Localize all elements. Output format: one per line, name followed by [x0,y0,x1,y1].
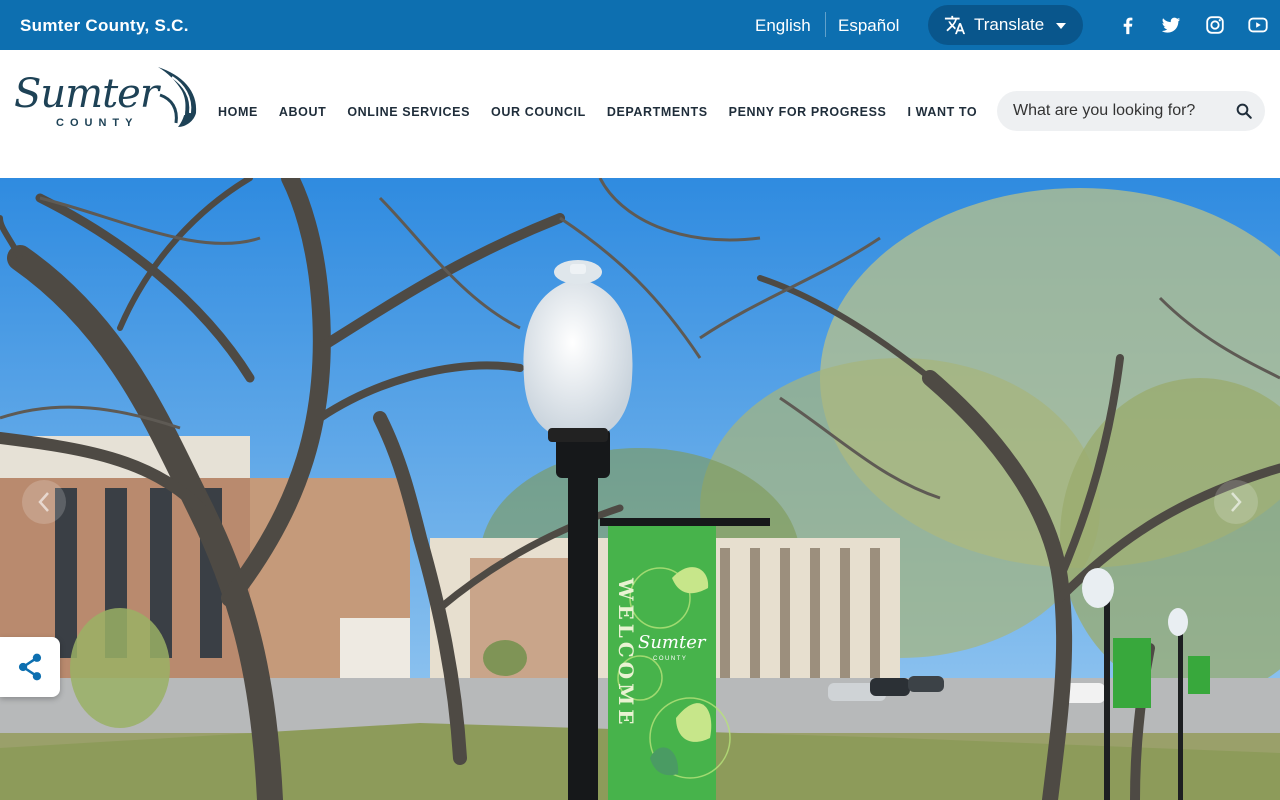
next-slide-button[interactable] [1214,480,1258,524]
language-english-link[interactable]: English [755,16,811,36]
hero-slideshow: WELCOME Sumter COUNTY [0,178,1280,800]
logo-wordmark: Sumter [14,71,159,117]
site-name: Sumter County, S.C. [20,16,189,35]
search-input[interactable] [1013,91,1223,131]
share-icon [18,653,42,681]
twitter-icon[interactable] [1160,14,1182,36]
logo-subtext: COUNTY [56,117,139,129]
translate-button[interactable]: Translate [928,5,1083,45]
nav-departments[interactable]: DEPARTMENTS [607,105,708,119]
nav-penny-for-progress[interactable]: PENNY FOR PROGRESS [729,105,887,119]
nav-online-services[interactable]: ONLINE SERVICES [347,105,470,119]
language-divider [825,12,826,37]
nav-our-council[interactable]: OUR COUNCIL [491,105,586,119]
previous-slide-button[interactable] [22,480,66,524]
logo-wing-icon [158,67,197,127]
top-utility-bar: Sumter County, S.C. English Español Tran… [0,0,1280,50]
main-navigation: HOME ABOUT ONLINE SERVICES OUR COUNCIL D… [218,105,998,119]
translate-icon [944,15,966,35]
search-icon[interactable] [1235,102,1253,120]
search-box [997,91,1265,131]
chevron-left-icon [38,492,49,512]
nav-about[interactable]: ABOUT [279,105,326,119]
youtube-icon[interactable] [1247,14,1269,36]
banner-welcome-text: WELCOME [614,577,638,729]
hero-image: WELCOME Sumter COUNTY [0,178,1280,800]
chevron-right-icon [1231,492,1242,512]
instagram-icon[interactable] [1204,14,1226,36]
banner-logo-text: Sumter [638,632,707,653]
site-header: Sumter COUNTY HOME ABOUT ONLINE SERVICES… [0,50,1280,178]
chevron-down-icon [1056,23,1067,29]
share-button[interactable] [0,637,60,697]
nav-home[interactable]: HOME [218,105,258,119]
banner-logo-subtext: COUNTY [653,656,687,662]
nav-i-want-to[interactable]: I WANT TO [908,105,978,119]
facebook-icon[interactable] [1117,14,1139,36]
language-spanish-link[interactable]: Español [838,16,899,36]
sumter-county-logo[interactable]: Sumter COUNTY [14,65,202,135]
translate-label: Translate [974,15,1045,34]
